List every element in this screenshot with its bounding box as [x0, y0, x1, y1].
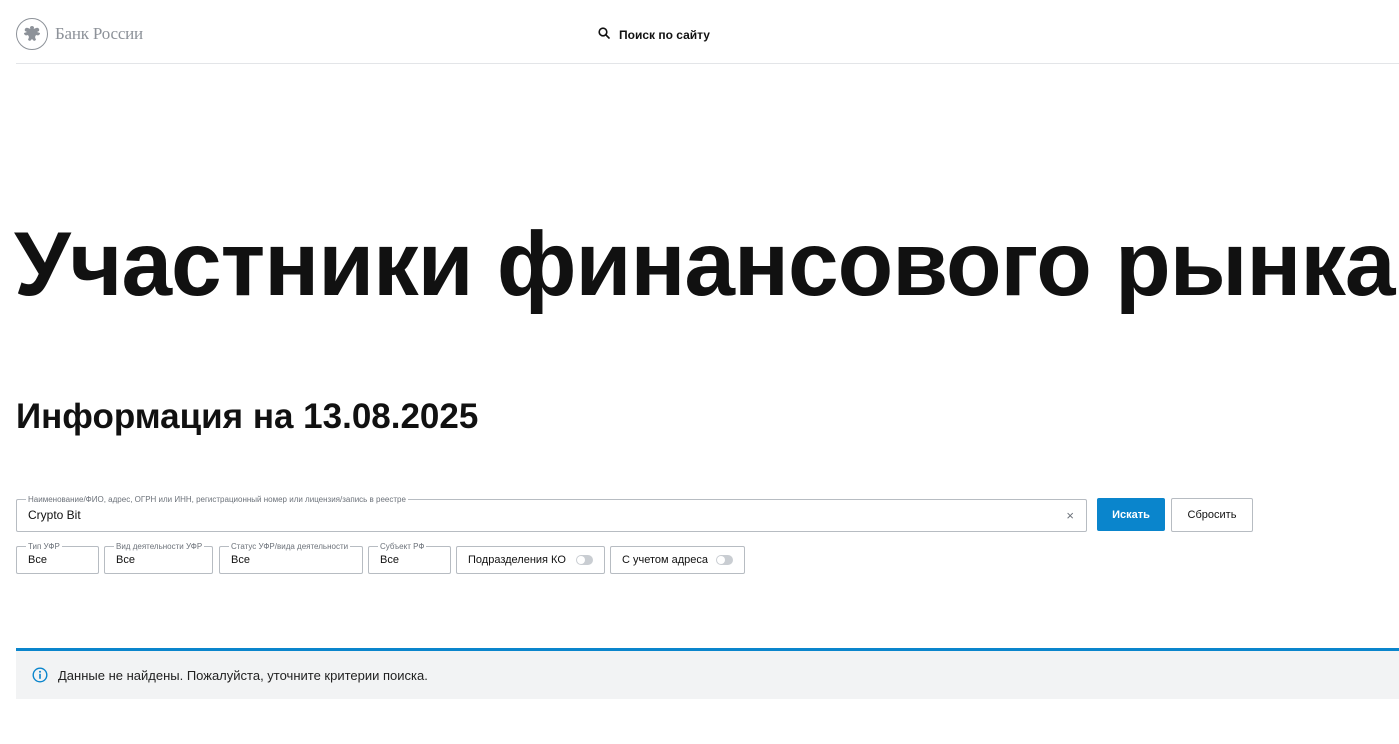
filter-status[interactable]: Статус УФР/вида деятельности Все: [219, 541, 363, 574]
filter-legend: Тип УФР: [26, 541, 62, 552]
registry-search-field[interactable]: Наименование/ФИО, адрес, ОГРН или ИНН, р…: [16, 494, 1087, 532]
clear-icon[interactable]: ×: [1066, 508, 1074, 523]
toggle-branches[interactable]: Подразделения КО: [456, 546, 605, 574]
filter-value: Все: [231, 554, 250, 566]
toggle-switch[interactable]: [576, 555, 593, 565]
search-field-legend: Наименование/ФИО, адрес, ОГРН или ИНН, р…: [26, 494, 408, 505]
registry-search-input[interactable]: [28, 508, 1048, 522]
toggle-switch[interactable]: [716, 555, 733, 565]
filter-legend: Статус УФР/вида деятельности: [229, 541, 351, 552]
filter-legend: Вид деятельности УФР: [114, 541, 205, 552]
info-icon: [32, 667, 48, 683]
search-button[interactable]: Искать: [1097, 498, 1165, 531]
alert-message: Данные не найдены. Пожалуйста, уточните …: [58, 667, 428, 683]
bank-logo[interactable]: Банк России: [16, 18, 143, 50]
toggle-label: Подразделения КО: [468, 554, 566, 566]
filter-legend: Субъект РФ: [378, 541, 427, 552]
no-results-alert: Данные не найдены. Пожалуйста, уточните …: [16, 648, 1399, 699]
toggle-address[interactable]: С учетом адреса: [610, 546, 745, 574]
page-title: Участники финансового рынка: [14, 214, 1396, 315]
site-search-label: Поиск по сайту: [619, 28, 710, 42]
filter-value: Все: [380, 554, 399, 566]
filter-ufr-type[interactable]: Тип УФР Все: [16, 541, 99, 574]
filter-value: Все: [28, 554, 47, 566]
filter-value: Все: [116, 554, 135, 566]
reset-button[interactable]: Сбросить: [1171, 498, 1253, 532]
eagle-emblem-icon: [16, 18, 48, 50]
info-date-heading: Информация на 13.08.2025: [16, 397, 479, 436]
site-search-button[interactable]: Поиск по сайту: [598, 26, 710, 44]
filter-region[interactable]: Субъект РФ Все: [368, 541, 451, 574]
logo-text: Банк России: [55, 24, 143, 43]
filter-activity-type[interactable]: Вид деятельности УФР Все: [104, 541, 213, 574]
site-header: Банк России Поиск по сайту: [16, 0, 1399, 64]
toggle-label: С учетом адреса: [622, 554, 709, 566]
search-icon: [598, 26, 610, 44]
